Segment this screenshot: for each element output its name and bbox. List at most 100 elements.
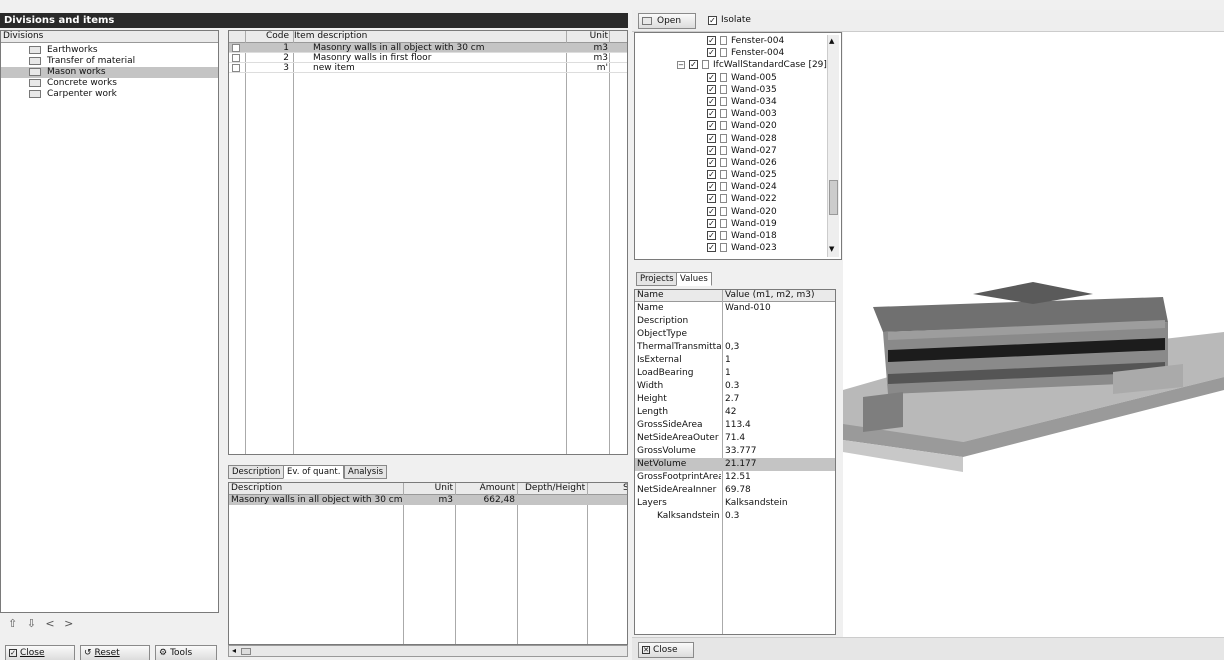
property-row[interactable]: GrossVolume 33.777	[635, 445, 835, 458]
tree-checkbox[interactable]: ✓	[707, 218, 716, 228]
row-checkbox[interactable]	[232, 54, 240, 62]
property-row[interactable]: NetSideAreaInner 69.78	[635, 484, 835, 497]
item-row[interactable]: 1 Masonry walls in all object with 30 cm m…	[229, 43, 627, 53]
property-row[interactable]: NetSideAreaOuter 71.4	[635, 432, 835, 445]
description-column-header[interactable]: Item description	[294, 31, 367, 42]
tree-checkbox[interactable]: ✓	[707, 84, 716, 94]
open-button[interactable]: Open	[638, 13, 696, 29]
tree-item[interactable]: ✓ Wand-020	[635, 206, 841, 218]
viewer-close-button[interactable]: ✕ Close	[638, 642, 694, 658]
horizontal-scrollbar[interactable]: ◂	[228, 645, 628, 657]
division-item[interactable]: Earthworks	[1, 45, 218, 56]
property-name: NetSideAreaInner	[637, 485, 717, 495]
quant-description-header[interactable]: Description	[231, 483, 282, 494]
nav-arrows[interactable]: ⇧ ⇩ < >	[8, 617, 76, 630]
tree-checkbox[interactable]: ✓	[707, 206, 716, 216]
row-checkbox[interactable]	[232, 64, 240, 72]
reset-button[interactable]: ↺ Reset	[80, 645, 150, 660]
tab-analysis[interactable]: Analysis	[344, 465, 388, 479]
tree-scrollbar[interactable]: ▲ ▼	[827, 35, 839, 257]
tree-checkbox[interactable]: ✓	[707, 182, 716, 192]
division-item[interactable]: Concrete works	[1, 78, 218, 89]
tree-item[interactable]: ✓ Wand-020	[635, 120, 841, 132]
tree-checkbox[interactable]: ✓	[707, 170, 716, 180]
property-row[interactable]: Kalksandstein 0.3	[635, 510, 835, 523]
scroll-left-icon[interactable]: ◂	[232, 646, 236, 655]
tree-item[interactable]: ✓ Wand-003	[635, 108, 841, 120]
tree-item[interactable]: ✓ Wand-028	[635, 133, 841, 145]
property-value: 21.177	[725, 459, 757, 469]
tree-item[interactable]: ✓ Wand-022	[635, 193, 841, 205]
tree-item[interactable]: ✓ Wand-018	[635, 230, 841, 242]
row-checkbox[interactable]	[232, 44, 240, 52]
3d-viewport[interactable]	[843, 32, 1224, 637]
quant-depth-header[interactable]: Depth/Height	[525, 483, 585, 494]
tree-item[interactable]: ✓ Wand-019	[635, 218, 841, 230]
close-button[interactable]: ✓ Close	[5, 645, 75, 660]
tree-checkbox[interactable]: ✓	[707, 121, 716, 131]
property-row[interactable]: Height 2.7	[635, 393, 835, 406]
tab-projects[interactable]: Projects	[636, 272, 678, 286]
property-row[interactable]: Width 0.3	[635, 380, 835, 393]
tree-checkbox[interactable]: ✓	[707, 243, 716, 253]
tree-item[interactable]: ✓ Wand-025	[635, 169, 841, 181]
tree-checkbox[interactable]: ✓	[707, 96, 716, 106]
tree-item[interactable]: ✓ Fenster-004	[635, 35, 841, 47]
scroll-up-icon[interactable]: ▲	[829, 37, 834, 45]
tree-checkbox[interactable]: ✓	[707, 48, 716, 58]
tree-item[interactable]: ✓ Wand-026	[635, 157, 841, 169]
isolate-toggle[interactable]: ✓ Isolate	[708, 15, 751, 25]
code-column-header[interactable]: Code	[259, 31, 289, 42]
tree-item-label: Fenster-004	[731, 36, 785, 46]
division-item[interactable]: Transfer of material	[1, 56, 218, 67]
tree-scroll-thumb[interactable]	[829, 180, 838, 215]
unit-column-header[interactable]: Unit	[566, 31, 608, 42]
collapse-icon[interactable]: −	[677, 60, 685, 69]
division-item[interactable]: Mason works	[1, 67, 218, 78]
tree-checkbox[interactable]: ✓	[707, 194, 716, 204]
tab-values[interactable]: Values	[676, 272, 712, 286]
tree-item[interactable]: ✓ Wand-034	[635, 96, 841, 108]
property-row[interactable]: Name Wand-010	[635, 302, 835, 315]
tree-checkbox[interactable]: ✓	[707, 145, 716, 155]
tree-checkbox[interactable]: ✓	[707, 133, 716, 143]
property-row[interactable]: GrossSideArea 113.4	[635, 419, 835, 432]
tree-item[interactable]: − ✓ IfcWallStandardCase [29]	[635, 59, 841, 71]
tree-checkbox[interactable]: ✓	[707, 36, 716, 45]
quant-unit-header[interactable]: Unit	[403, 483, 453, 494]
prop-name-header[interactable]: Name	[637, 290, 664, 301]
property-row[interactable]: ObjectType	[635, 328, 835, 341]
property-row[interactable]: Description	[635, 315, 835, 328]
tree-item[interactable]: ✓ Fenster-004	[635, 47, 841, 59]
quantity-row[interactable]: Masonry walls in all object with 30 cm m3…	[229, 495, 627, 505]
property-row[interactable]: IsExternal 1	[635, 354, 835, 367]
property-row[interactable]: Layers Kalksandstein	[635, 497, 835, 510]
quant-amount-header[interactable]: Amount	[455, 483, 515, 494]
isolate-checkbox[interactable]: ✓	[708, 15, 717, 25]
scroll-thumb[interactable]	[241, 648, 251, 655]
prop-value-header[interactable]: Value (m1, m2, m3)	[725, 290, 815, 301]
tools-button[interactable]: ⚙ Tools	[155, 645, 217, 660]
scroll-down-icon[interactable]: ▼	[829, 245, 834, 253]
tree-checkbox[interactable]: ✓	[707, 231, 716, 240]
property-row[interactable]: Length 42	[635, 406, 835, 419]
tree-item[interactable]: ✓ Wand-027	[635, 145, 841, 157]
property-row[interactable]: LoadBearing 1	[635, 367, 835, 380]
tree-item[interactable]: ✓ Wand-023	[635, 242, 841, 254]
tree-checkbox[interactable]: ✓	[689, 60, 698, 70]
quant-s-header[interactable]: S	[623, 483, 627, 494]
property-row[interactable]: GrossFootprintArea 12.51	[635, 471, 835, 484]
division-item[interactable]: Carpenter work	[1, 89, 218, 100]
property-row[interactable]: NetVolume 21.177	[635, 458, 835, 471]
tree-item[interactable]: ✓ Wand-035	[635, 84, 841, 96]
tree-item[interactable]: ✓ Wand-005	[635, 72, 841, 84]
tree-checkbox[interactable]: ✓	[707, 109, 716, 119]
tab-ev-of-quant[interactable]: Ev. of quant.	[283, 465, 345, 479]
tab-description[interactable]: Description	[228, 465, 285, 479]
tree-checkbox[interactable]: ✓	[707, 157, 716, 167]
item-row[interactable]: 2 Masonry walls in first floor m3	[229, 53, 627, 63]
tree-checkbox[interactable]: ✓	[707, 72, 716, 82]
tree-item[interactable]: ✓ Wand-024	[635, 181, 841, 193]
property-row[interactable]: ThermalTransmittar 0,3	[635, 341, 835, 354]
item-row[interactable]: 3 new item m'	[229, 63, 627, 73]
